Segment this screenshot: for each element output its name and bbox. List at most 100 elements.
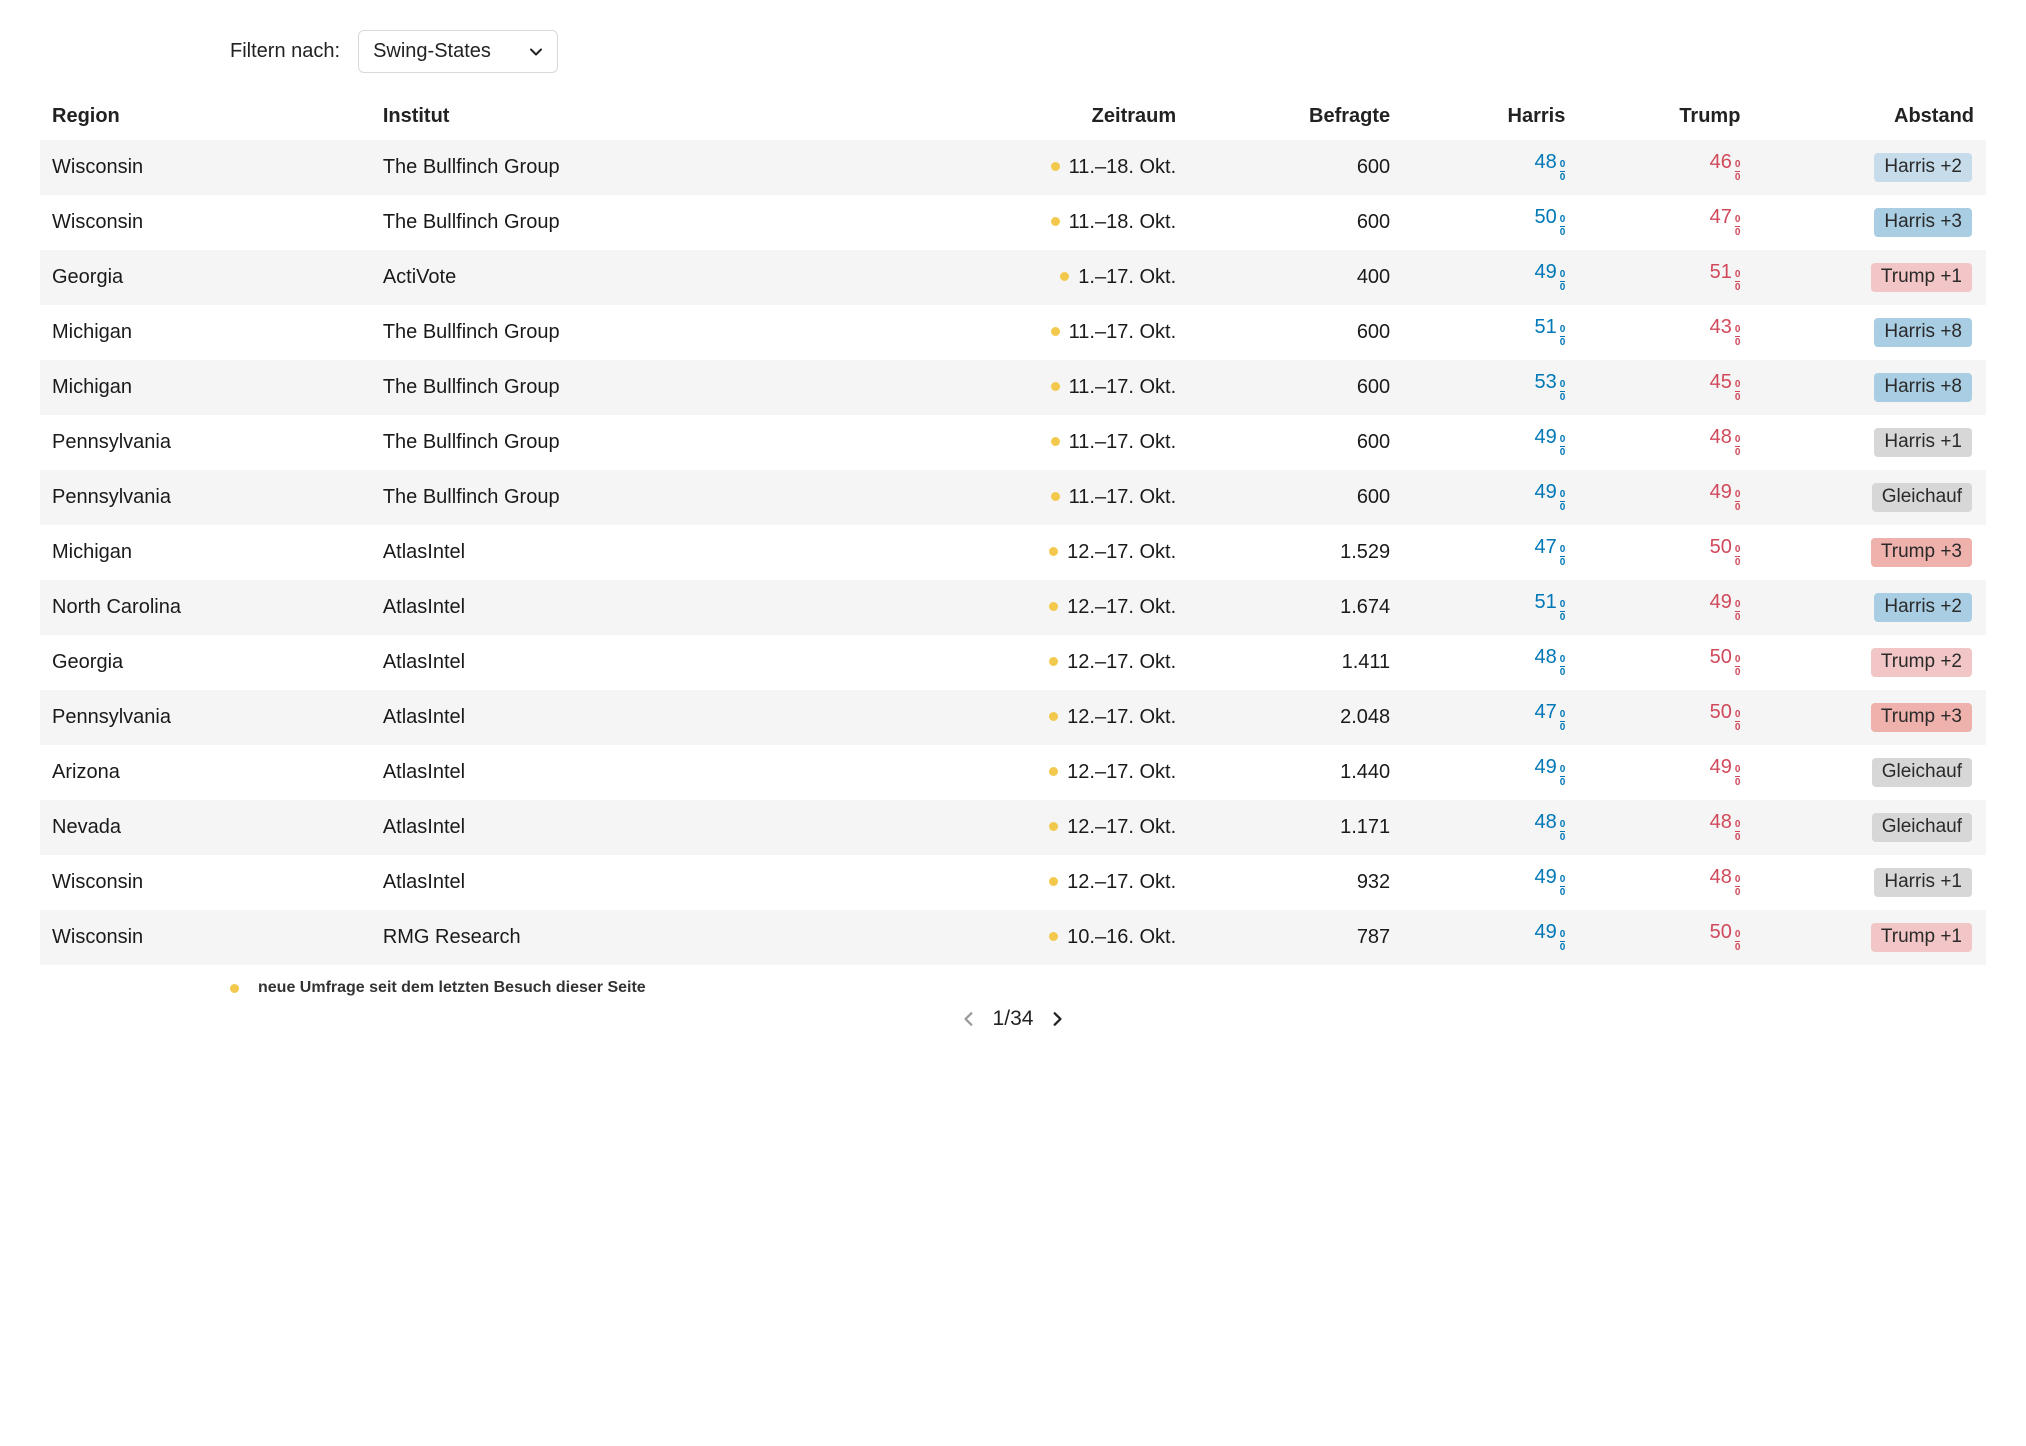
- new-indicator-icon: [1049, 767, 1058, 776]
- cell-trump: 5000: [1577, 635, 1752, 690]
- cell-abstand: Gleichauf: [1752, 470, 1986, 525]
- table-row: MichiganThe Bullfinch Group11.–17. Okt.6…: [40, 305, 1986, 360]
- abstand-badge: Trump +1: [1871, 923, 1972, 952]
- cell-period: 12.–17. Okt.: [877, 855, 1188, 910]
- cell-trump: 4900: [1577, 470, 1752, 525]
- cell-harris: 5000: [1402, 195, 1577, 250]
- new-indicator-icon: [1051, 492, 1060, 501]
- cell-trump: 4500: [1577, 360, 1752, 415]
- new-indicator-icon: [1051, 217, 1060, 226]
- cell-region: Michigan: [40, 525, 371, 580]
- new-indicator-icon: [1049, 877, 1058, 886]
- cell-abstand: Harris +8: [1752, 305, 1986, 360]
- cell-befragte: 1.674: [1188, 580, 1402, 635]
- cell-period: 11.–17. Okt.: [877, 360, 1188, 415]
- cell-harris: 4800: [1402, 140, 1577, 195]
- cell-harris: 4800: [1402, 800, 1577, 855]
- cell-region: Michigan: [40, 360, 371, 415]
- cell-period: 10.–16. Okt.: [877, 910, 1188, 965]
- cell-period: 12.–17. Okt.: [877, 800, 1188, 855]
- cell-period: 12.–17. Okt.: [877, 525, 1188, 580]
- pager: 1/34: [40, 1007, 1986, 1031]
- cell-harris: 4900: [1402, 745, 1577, 800]
- cell-abstand: Trump +1: [1752, 250, 1986, 305]
- cell-region: Georgia: [40, 250, 371, 305]
- cell-period: 11.–17. Okt.: [877, 470, 1188, 525]
- filter-dropdown[interactable]: Swing-States: [358, 30, 558, 73]
- cell-abstand: Harris +2: [1752, 580, 1986, 635]
- cell-trump: 5000: [1577, 525, 1752, 580]
- table-row: North CarolinaAtlasIntel12.–17. Okt.1.67…: [40, 580, 1986, 635]
- cell-institut: ActiVote: [371, 250, 877, 305]
- new-indicator-icon: [1049, 932, 1058, 941]
- abstand-badge: Harris +8: [1874, 318, 1972, 347]
- cell-abstand: Trump +3: [1752, 525, 1986, 580]
- cell-trump: 5000: [1577, 690, 1752, 745]
- cell-harris: 4700: [1402, 525, 1577, 580]
- abstand-badge: Trump +1: [1871, 263, 1972, 292]
- cell-trump: 4800: [1577, 855, 1752, 910]
- table-row: MichiganAtlasIntel12.–17. Okt.1.52947005…: [40, 525, 1986, 580]
- filter-value: Swing-States: [373, 40, 491, 63]
- table-row: MichiganThe Bullfinch Group11.–17. Okt.6…: [40, 360, 1986, 415]
- cell-abstand: Gleichauf: [1752, 745, 1986, 800]
- cell-region: Pennsylvania: [40, 415, 371, 470]
- filter-label: Filtern nach:: [230, 40, 340, 63]
- cell-region: Pennsylvania: [40, 690, 371, 745]
- table-row: ArizonaAtlasIntel12.–17. Okt.1.440490049…: [40, 745, 1986, 800]
- cell-institut: The Bullfinch Group: [371, 305, 877, 360]
- cell-abstand: Harris +1: [1752, 415, 1986, 470]
- abstand-badge: Gleichauf: [1872, 483, 1972, 512]
- cell-region: Michigan: [40, 305, 371, 360]
- table-row: PennsylvaniaAtlasIntel12.–17. Okt.2.0484…: [40, 690, 1986, 745]
- abstand-badge: Harris +8: [1874, 373, 1972, 402]
- cell-period: 12.–17. Okt.: [877, 580, 1188, 635]
- cell-abstand: Trump +1: [1752, 910, 1986, 965]
- cell-abstand: Gleichauf: [1752, 800, 1986, 855]
- abstand-badge: Harris +1: [1874, 428, 1972, 457]
- cell-harris: 5100: [1402, 580, 1577, 635]
- cell-abstand: Harris +2: [1752, 140, 1986, 195]
- cell-region: Wisconsin: [40, 195, 371, 250]
- new-indicator-icon: [1051, 162, 1060, 171]
- table-row: WisconsinThe Bullfinch Group11.–18. Okt.…: [40, 140, 1986, 195]
- pager-prev[interactable]: [959, 1009, 979, 1029]
- cell-trump: 5100: [1577, 250, 1752, 305]
- abstand-badge: Trump +3: [1871, 538, 1972, 567]
- new-indicator-icon: [1049, 547, 1058, 556]
- cell-trump: 4700: [1577, 195, 1752, 250]
- cell-region: Wisconsin: [40, 910, 371, 965]
- col-region: Region: [40, 91, 371, 140]
- cell-befragte: 1.440: [1188, 745, 1402, 800]
- new-indicator-icon: [1060, 272, 1069, 281]
- col-befragte: Befragte: [1188, 91, 1402, 140]
- new-indicator-icon: [1049, 657, 1058, 666]
- polls-table: Region Institut Zeitraum Befragte Harris…: [40, 91, 1986, 965]
- cell-befragte: 600: [1188, 415, 1402, 470]
- cell-befragte: 787: [1188, 910, 1402, 965]
- cell-befragte: 932: [1188, 855, 1402, 910]
- cell-institut: The Bullfinch Group: [371, 360, 877, 415]
- table-row: NevadaAtlasIntel12.–17. Okt.1.1714800480…: [40, 800, 1986, 855]
- new-indicator-icon: [1049, 602, 1058, 611]
- cell-institut: The Bullfinch Group: [371, 415, 877, 470]
- cell-institut: AtlasIntel: [371, 525, 877, 580]
- abstand-badge: Harris +2: [1874, 153, 1972, 182]
- cell-period: 12.–17. Okt.: [877, 690, 1188, 745]
- abstand-badge: Gleichauf: [1872, 758, 1972, 787]
- cell-harris: 4900: [1402, 910, 1577, 965]
- cell-harris: 4900: [1402, 470, 1577, 525]
- abstand-badge: Trump +2: [1871, 648, 1972, 677]
- cell-befragte: 1.529: [1188, 525, 1402, 580]
- pager-next[interactable]: [1047, 1009, 1067, 1029]
- abstand-badge: Harris +1: [1874, 868, 1972, 897]
- cell-trump: 4900: [1577, 580, 1752, 635]
- cell-trump: 5000: [1577, 910, 1752, 965]
- new-indicator-icon: [230, 984, 239, 993]
- cell-befragte: 600: [1188, 195, 1402, 250]
- cell-institut: AtlasIntel: [371, 800, 877, 855]
- cell-period: 1.–17. Okt.: [877, 250, 1188, 305]
- table-row: PennsylvaniaThe Bullfinch Group11.–17. O…: [40, 415, 1986, 470]
- cell-befragte: 1.171: [1188, 800, 1402, 855]
- pager-position: 1/34: [993, 1007, 1034, 1031]
